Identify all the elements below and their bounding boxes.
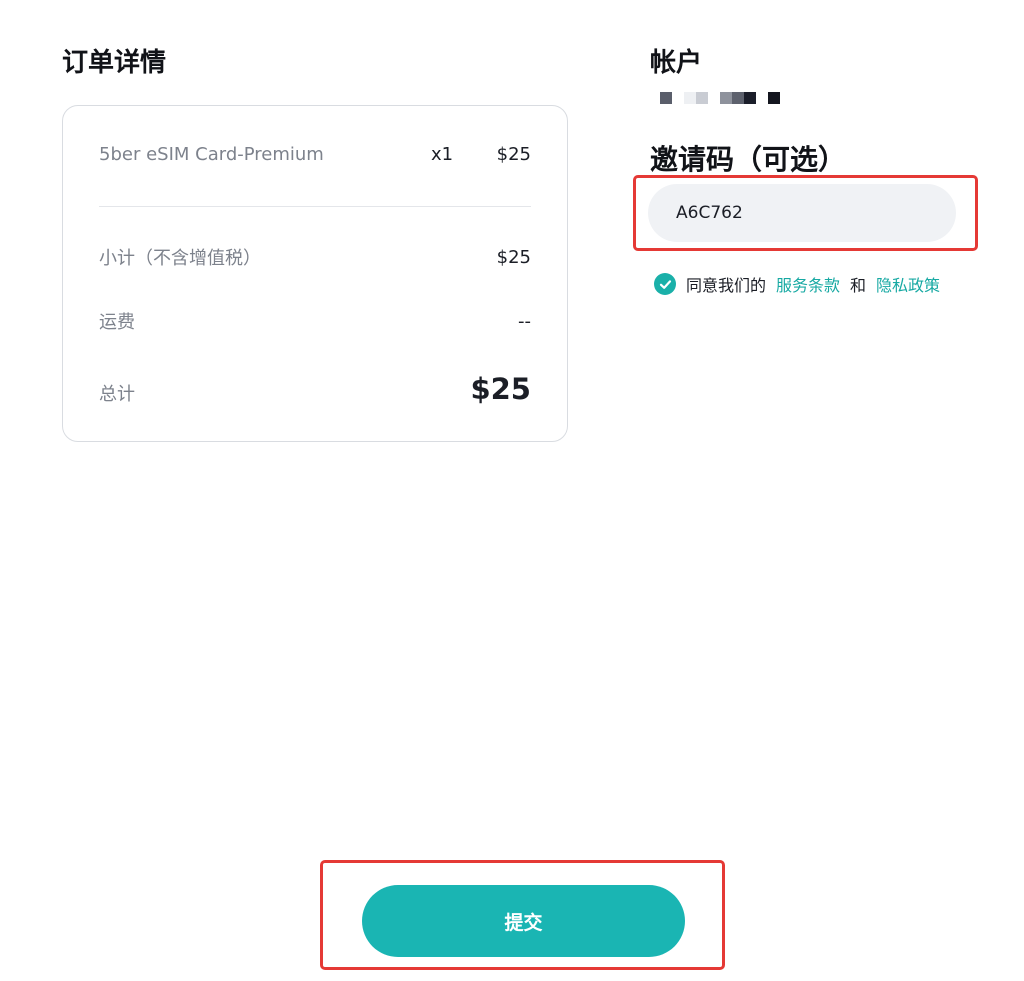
masked-block <box>684 92 696 104</box>
masked-block <box>768 92 780 104</box>
item-quantity: x1 <box>431 144 454 165</box>
masked-block <box>732 92 744 104</box>
checkmark-icon <box>659 279 671 289</box>
invite-code-input[interactable] <box>648 184 956 242</box>
masked-block <box>660 92 672 104</box>
checkout-page: 订单详情 5ber eSIM Card-Premium x1 $25 小计（不含… <box>0 0 1024 981</box>
account-title: 帐户 <box>650 48 703 78</box>
order-item-row: 5ber eSIM Card-Premium x1 $25 <box>99 144 531 165</box>
terms-of-service-link[interactable]: 服务条款 <box>776 272 840 296</box>
submit-button[interactable]: 提交 <box>362 885 685 957</box>
masked-block <box>672 92 684 104</box>
masked-block <box>744 92 756 104</box>
masked-block <box>708 92 720 104</box>
masked-block <box>720 92 732 104</box>
total-value: $25 <box>470 372 531 406</box>
agreement-prefix: 同意我们的 <box>686 276 767 295</box>
subtotal-label: 小计（不含增值税） <box>99 248 261 269</box>
agreement-conjunction: 和 <box>850 276 867 295</box>
shipping-value: -- <box>518 310 531 332</box>
shipping-row: 运费 -- <box>99 308 531 334</box>
agree-checkbox[interactable] <box>654 273 676 295</box>
masked-block <box>756 92 768 104</box>
item-price: $25 <box>496 144 531 165</box>
masked-account-value <box>660 92 780 104</box>
order-summary-card: 5ber eSIM Card-Premium x1 $25 小计（不含增值税） … <box>62 105 568 442</box>
subtotal-value: $25 <box>496 246 531 268</box>
total-row: 总计 $25 <box>99 372 531 406</box>
shipping-label: 运费 <box>99 312 135 333</box>
card-divider <box>99 206 531 207</box>
privacy-policy-link[interactable]: 隐私政策 <box>876 272 940 296</box>
agreement-row: 同意我们的 服务条款 和 隐私政策 <box>654 272 940 296</box>
invite-code-title: 邀请码（可选） <box>650 143 847 176</box>
subtotal-row: 小计（不含增值税） $25 <box>99 244 531 270</box>
masked-block <box>696 92 708 104</box>
item-name: 5ber eSIM Card-Premium <box>99 144 324 165</box>
order-details-title: 订单详情 <box>62 48 167 78</box>
total-label: 总计 <box>99 384 135 405</box>
